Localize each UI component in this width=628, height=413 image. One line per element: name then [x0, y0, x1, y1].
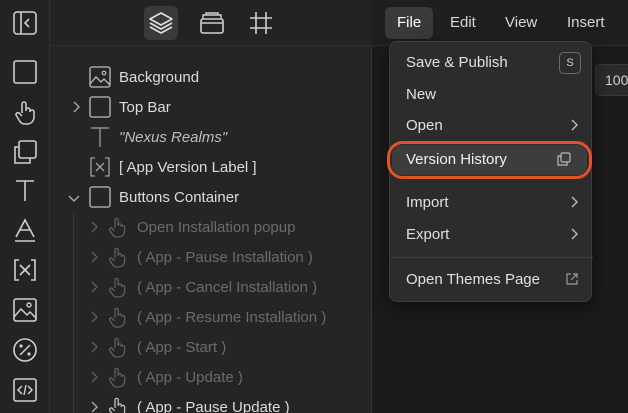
zoom-input[interactable]: 100: [595, 64, 628, 96]
panel-tabs: [50, 0, 372, 46]
file-menu: Save & Publish S New Open Version Histor…: [387, 41, 593, 302]
chevron-right-icon[interactable]: [87, 310, 101, 324]
image-icon: [89, 66, 111, 88]
layer-row-touch[interactable]: ( App - Start ): [50, 332, 372, 362]
percent-icon[interactable]: [11, 336, 39, 364]
layer-label: ( App - Cancel Installation ): [137, 278, 318, 296]
code-icon[interactable]: [11, 376, 39, 404]
touch-icon: [107, 216, 129, 238]
chevron-right-icon[interactable]: [87, 280, 101, 294]
menu-item-label: Import: [406, 194, 449, 211]
chevron-right-icon: [569, 227, 579, 241]
text-icon[interactable]: [11, 176, 39, 204]
text-style-icon[interactable]: [11, 216, 39, 244]
assets-tab[interactable]: [195, 6, 229, 40]
container-icon: [89, 186, 111, 208]
layer-row-touch[interactable]: ( App - Update ): [50, 362, 372, 392]
variable-icon: [89, 156, 111, 178]
layer-label: Open Installation popup: [137, 218, 296, 236]
layer-label: ( App - Update ): [137, 368, 243, 386]
layer-row-background[interactable]: Background: [50, 62, 372, 92]
layer-row-text[interactable]: "Nexus Realms": [50, 122, 372, 152]
rectangle-icon[interactable]: [11, 58, 39, 86]
menu-item-label: Version History: [406, 151, 507, 168]
touch-icon: [107, 366, 129, 388]
menu-item-export[interactable]: Export: [390, 220, 593, 250]
touch-icon: [107, 246, 129, 268]
copy-icon: [557, 152, 571, 166]
text-icon: [89, 126, 111, 148]
menu-item-open[interactable]: Open: [390, 111, 593, 141]
menu-item-label: Save & Publish: [406, 54, 508, 71]
menu-view[interactable]: View: [493, 7, 549, 39]
layer-label: Buttons Container: [119, 188, 240, 206]
menu-item-open-themes[interactable]: Open Themes Page: [390, 265, 593, 295]
menu-item-label: Export: [406, 226, 450, 243]
image-icon[interactable]: [11, 296, 39, 324]
layer-label: ( App - Pause Update ): [137, 398, 290, 413]
layer-row-touch[interactable]: ( App - Cancel Installation ): [50, 272, 372, 302]
chevron-right-icon[interactable]: [87, 340, 101, 354]
frame-icon: [248, 10, 274, 36]
menu-item-save-publish[interactable]: Save & Publish S: [390, 48, 593, 78]
layer-label: ( App - Pause Installation ): [137, 248, 313, 266]
duplicate-icon[interactable]: [11, 138, 39, 166]
menu-item-new[interactable]: New: [390, 80, 593, 110]
layer-row-touch[interactable]: ( App - Pause Update ): [50, 392, 372, 413]
menu-edit[interactable]: Edit: [438, 7, 488, 39]
layer-label: "Nexus Realms": [119, 128, 228, 146]
menu-divider: [390, 257, 593, 258]
chevron-right-icon[interactable]: [87, 370, 101, 384]
variable-icon[interactable]: [11, 256, 39, 284]
layer-row-top-bar[interactable]: Top Bar: [50, 92, 372, 122]
layer-row-touch[interactable]: Open Installation popup: [50, 212, 372, 242]
touch-icon: [107, 306, 129, 328]
chevron-right-icon[interactable]: [87, 220, 101, 234]
collapse-panel-icon[interactable]: [11, 9, 39, 37]
menu-item-import[interactable]: Import: [390, 188, 593, 218]
touch-icon: [107, 396, 129, 413]
menu-file[interactable]: File: [385, 7, 434, 39]
frame-tab[interactable]: [244, 6, 278, 40]
layer-row-variable[interactable]: [ App Version Label ]: [50, 152, 372, 182]
menu-item-label: Open Themes Page: [406, 271, 540, 288]
menu-insert[interactable]: Insert: [555, 7, 617, 39]
layer-row-touch[interactable]: ( App - Pause Installation ): [50, 242, 372, 272]
layer-label: ( App - Resume Installation ): [137, 308, 327, 326]
menubar: File Edit View Insert: [372, 0, 628, 46]
layers-panel: Background Top Bar "Nexus Realms" [ App …: [50, 46, 372, 413]
external-link-icon: [565, 272, 579, 286]
menu-item-version-history[interactable]: Version History: [387, 141, 593, 179]
chevron-right-icon: [569, 118, 579, 132]
chevron-down-icon[interactable]: [67, 191, 81, 205]
layer-label: Top Bar: [119, 98, 171, 116]
container-icon: [89, 96, 111, 118]
chevron-right-icon[interactable]: [87, 400, 101, 413]
menu-item-label: Open: [406, 117, 443, 134]
touch-icon[interactable]: [11, 98, 39, 126]
chevron-right-icon[interactable]: [87, 250, 101, 264]
layer-label: ( App - Start ): [137, 338, 227, 356]
layer-row-buttons-container[interactable]: Buttons Container: [50, 182, 372, 212]
chevron-right-icon: [569, 195, 579, 209]
touch-icon: [107, 276, 129, 298]
tree-guide: [73, 212, 74, 413]
menu-item-label: New: [406, 86, 437, 103]
tool-rail: [0, 0, 50, 413]
layer-label: Background: [119, 68, 200, 86]
layer-label: [ App Version Label ]: [119, 158, 257, 176]
shortcut-badge: S: [559, 52, 581, 74]
assets-icon: [198, 10, 226, 36]
layers-icon: [148, 10, 174, 36]
layer-row-touch[interactable]: ( App - Resume Installation ): [50, 302, 372, 332]
chevron-right-icon[interactable]: [69, 100, 83, 114]
touch-icon: [107, 336, 129, 358]
layers-tab[interactable]: [144, 6, 178, 40]
